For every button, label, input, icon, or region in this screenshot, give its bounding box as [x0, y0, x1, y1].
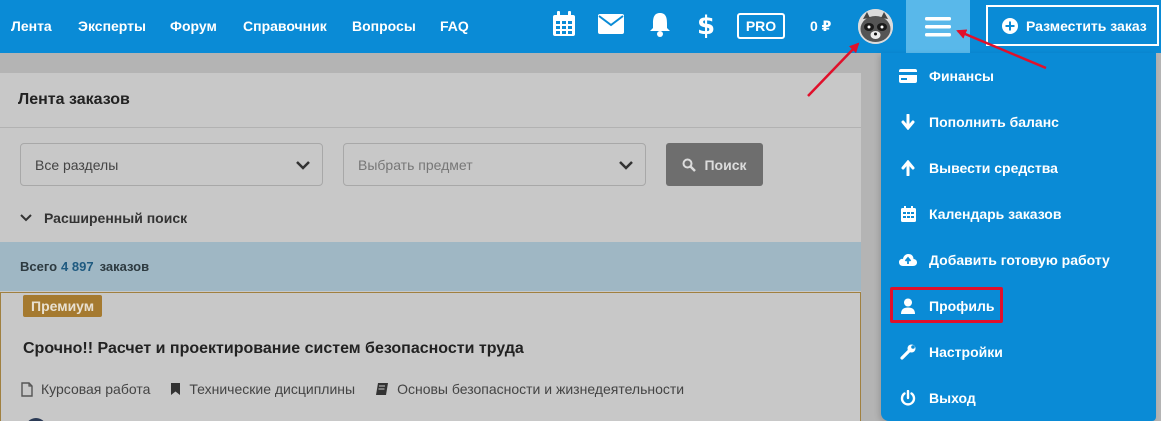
order-discipline: Технические дисциплины — [170, 381, 355, 397]
document-icon — [21, 381, 33, 397]
mail-icon[interactable] — [597, 10, 625, 38]
advanced-search-label: Расширенный поиск — [44, 210, 188, 226]
chevron-down-icon — [619, 158, 633, 174]
book-icon — [376, 383, 389, 395]
order-title[interactable]: Срочно!! Расчет и проектирование систем … — [23, 340, 524, 358]
subject-select[interactable]: Выбрать предмет — [343, 143, 646, 186]
nav-link-faq[interactable]: FAQ — [440, 18, 469, 34]
dollar-icon[interactable]: $ — [692, 10, 720, 38]
arrow-down-icon — [899, 113, 917, 131]
orders-feed-panel: Лента заказов Все разделы Выбрать предме… — [0, 73, 861, 421]
search-button[interactable]: Поиск — [666, 143, 763, 186]
order-type-label: Курсовая работа — [41, 381, 151, 397]
order-discipline-label: Технические дисциплины — [189, 381, 356, 397]
hamburger-menu-icon[interactable] — [906, 0, 970, 53]
chevron-down-icon — [296, 158, 310, 174]
svg-text:$: $ — [697, 11, 715, 38]
premium-badge: Премиум — [23, 295, 103, 317]
credit-card-icon — [899, 67, 917, 85]
profile-highlight-box — [890, 287, 1003, 323]
power-icon — [899, 389, 917, 407]
order-subject: Основы безопасности и жизнедеятельности — [375, 381, 684, 397]
nav-link-forum[interactable]: Форум — [170, 18, 217, 34]
calendar-icon — [899, 205, 917, 223]
menu-item-label: Вывести средства — [929, 160, 1058, 176]
plus-circle-icon — [1002, 17, 1018, 34]
chevron-down-icon — [20, 214, 32, 222]
subject-select-placeholder: Выбрать предмет — [358, 156, 473, 173]
menu-item-top-up[interactable]: Пополнить баланс — [899, 113, 1059, 131]
nav-link-questions[interactable]: Вопросы — [352, 18, 416, 34]
menu-item-logout[interactable]: Выход — [899, 389, 976, 407]
wrench-icon — [899, 343, 917, 361]
menu-item-label: Добавить готовую работу — [929, 252, 1110, 268]
bookmark-icon — [171, 383, 181, 395]
menu-item-add-work[interactable]: Добавить готовую работу — [899, 251, 1110, 269]
section-select-value: Все разделы — [35, 156, 119, 173]
total-suffix: заказов — [99, 259, 150, 274]
order-card[interactable]: Премиум Срочно!! Расчет и проектирование… — [0, 292, 861, 421]
nav-link-experts[interactable]: Эксперты — [78, 18, 146, 34]
page-title: Лента заказов — [18, 91, 130, 108]
balance-amount[interactable]: 0 ₽ — [810, 18, 831, 35]
menu-item-order-calendar[interactable]: Календарь заказов — [899, 205, 1061, 223]
arrow-up-icon — [899, 159, 917, 177]
top-navigation-bar: Лента Эксперты Форум Справочник Вопросы … — [0, 0, 1161, 53]
order-type: Курсовая работа — [21, 381, 150, 397]
total-count: 4 897 — [61, 259, 94, 274]
user-dropdown-menu: Финансы Пополнить баланс Вывести средств… — [881, 53, 1156, 421]
menu-item-withdraw[interactable]: Вывести средства — [899, 159, 1058, 177]
menu-item-label: Пополнить баланс — [929, 114, 1059, 130]
total-prefix: Всего — [20, 259, 58, 274]
menu-item-label: Настройки — [929, 344, 1003, 360]
cloud-upload-icon — [899, 251, 917, 269]
menu-item-label: Выход — [929, 390, 976, 406]
calendar-icon[interactable] — [550, 10, 578, 38]
bell-icon[interactable] — [646, 10, 674, 38]
order-subject-label: Основы безопасности и жизнедеятельности — [397, 381, 685, 397]
pro-badge[interactable]: PRO — [737, 13, 785, 39]
search-button-label: Поиск — [704, 156, 747, 173]
orders-total-strip: Всего 4 897 заказов — [0, 242, 861, 291]
menu-item-label: Финансы — [929, 68, 994, 84]
search-icon — [682, 158, 697, 172]
section-select[interactable]: Все разделы — [20, 143, 323, 186]
menu-item-finances[interactable]: Финансы — [899, 67, 994, 85]
place-order-label: Разместить заказ — [1026, 17, 1147, 34]
advanced-search-toggle[interactable]: Расширенный поиск — [20, 210, 187, 226]
menu-item-label: Календарь заказов — [929, 206, 1062, 222]
menu-item-settings[interactable]: Настройки — [899, 343, 1003, 361]
order-meta: Курсовая работа Технические дисциплины О… — [21, 381, 704, 397]
nav-link-feed[interactable]: Лента — [11, 18, 52, 34]
nav-link-reference[interactable]: Справочник — [243, 18, 327, 34]
user-avatar[interactable] — [858, 9, 893, 44]
orders-total: Всего 4 897 заказов — [20, 259, 149, 274]
divider — [0, 127, 861, 128]
place-order-button[interactable]: Разместить заказ — [986, 5, 1159, 46]
